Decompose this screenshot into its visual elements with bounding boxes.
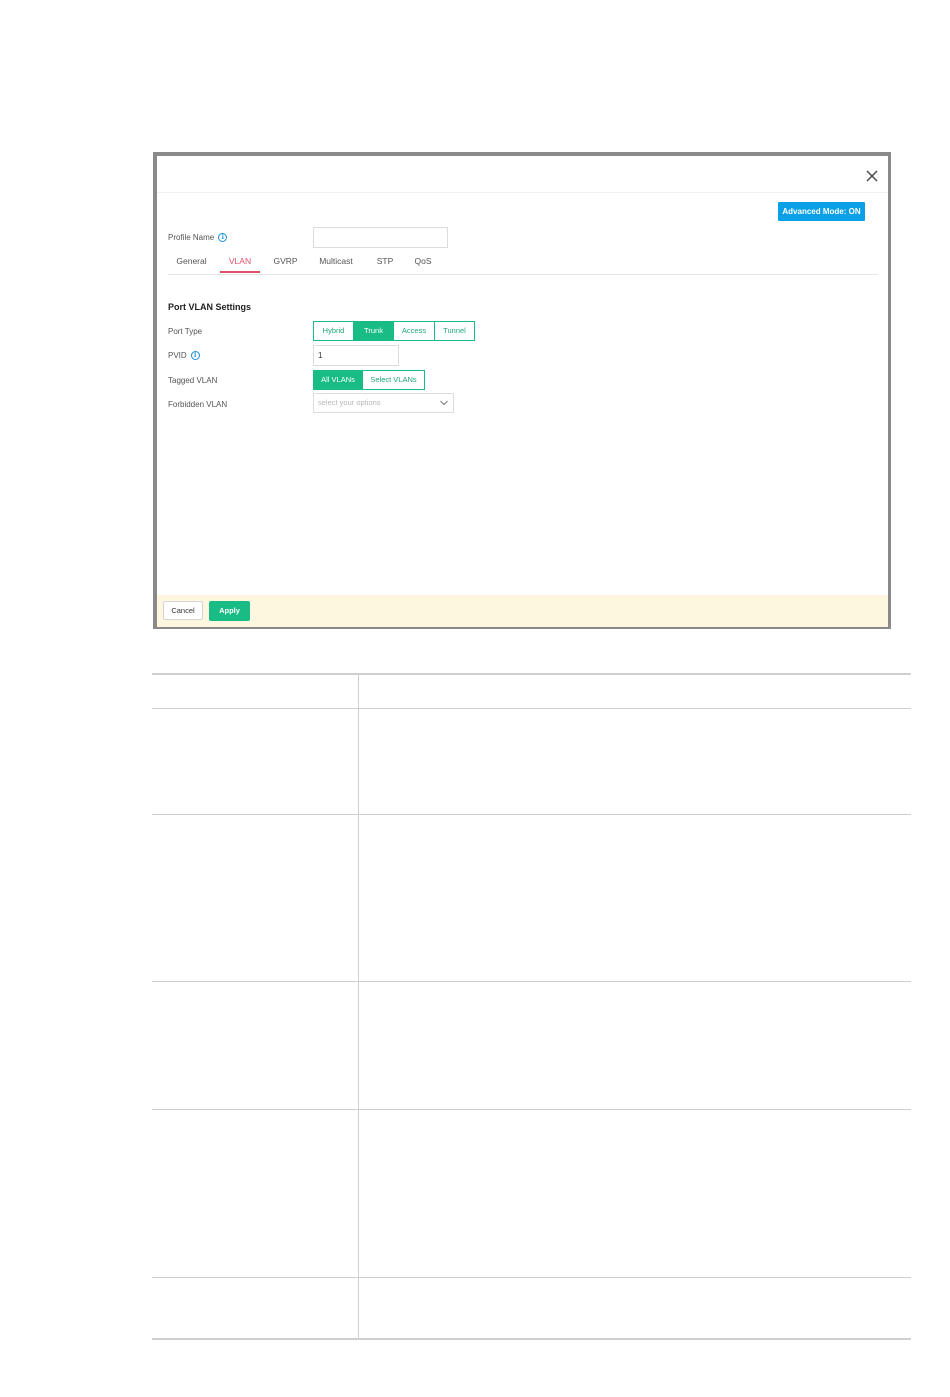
section-title: Port VLAN Settings [168,302,252,312]
cancel-button[interactable]: Cancel [163,601,203,620]
port-type-label: Port Type [168,327,203,336]
table-column-divider [358,675,359,1338]
forbidden-vlan-select[interactable]: select your options [313,393,454,413]
dialog-footer: Cancel Apply [157,595,888,627]
table-row-divider [152,981,911,982]
profile-dialog: Advanced Mode: ON Profile Name i General … [157,156,888,627]
tab-qos[interactable]: QoS [413,250,433,273]
pvid-input[interactable] [313,345,399,366]
port-type-trunk[interactable]: Trunk [353,321,394,341]
table-row-divider [152,1277,911,1278]
table-row-divider [152,708,911,709]
tab-gvrp[interactable]: GVRP [272,250,299,273]
port-type-hybrid[interactable]: Hybrid [313,321,354,341]
port-type-selector: Hybrid Trunk Access Tunnel [313,321,475,341]
close-icon[interactable] [865,169,879,183]
pvid-label-text: PVID [168,351,187,360]
profile-name-input[interactable] [313,227,448,248]
tab-general[interactable]: General [176,250,207,273]
profile-name-label-text: Profile Name [168,233,215,242]
tab-vlan[interactable]: VLAN [220,250,260,273]
chevron-down-icon [440,400,448,406]
table-row-divider [152,814,911,815]
table-top-border [152,673,911,675]
tab-stp[interactable]: STP [375,250,395,273]
tab-multicast[interactable]: Multicast [316,250,356,273]
forbidden-vlan-placeholder: select your options [318,398,381,407]
pvid-label: PVID i [168,351,200,361]
tagged-vlan-select[interactable]: Select VLANs [362,370,425,390]
tagged-vlan-label: Tagged VLAN [168,376,218,385]
apply-button[interactable]: Apply [209,601,250,621]
port-type-access[interactable]: Access [393,321,435,341]
info-icon[interactable]: i [218,233,228,243]
tagged-vlan-all[interactable]: All VLANs [313,370,363,390]
profile-name-label: Profile Name i [168,233,228,243]
tagged-vlan-selector: All VLANs Select VLANs [313,370,425,390]
dialog-header [157,156,888,193]
forbidden-vlan-label: Forbidden VLAN [168,400,228,409]
advanced-mode-button[interactable]: Advanced Mode: ON [778,202,865,221]
tab-bar: General VLAN GVRP Multicast STP QoS [168,250,878,275]
info-icon[interactable]: i [190,351,200,361]
port-type-tunnel[interactable]: Tunnel [434,321,475,341]
table-bottom-border [152,1338,911,1340]
dialog-screenshot: Advanced Mode: ON Profile Name i General … [153,152,891,629]
table-row-divider [152,1109,911,1110]
